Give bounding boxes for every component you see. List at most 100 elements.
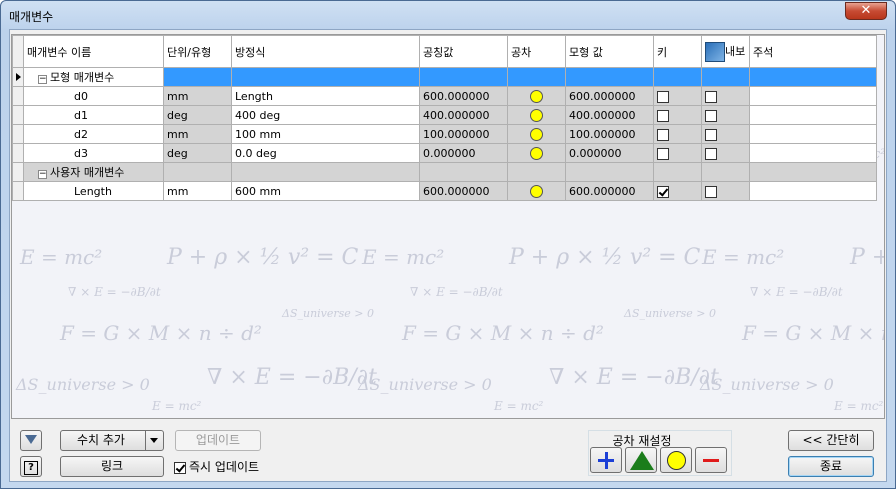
add-numeric-label: 수치 추가 (77, 433, 125, 447)
mean-tolerance-button[interactable] (625, 447, 657, 473)
collapse-icon[interactable]: − (38, 75, 47, 84)
filter-icon (25, 435, 37, 444)
done-button[interactable]: 종료 (788, 456, 874, 477)
dropdown-split[interactable] (145, 431, 163, 450)
parameters-table: 매개변수 이름 단위/유형 방정식 공칭값 공차 모형 값 키 내보 주석 − 모… (12, 35, 877, 201)
watermark-curl: ∇ × E = −∂B/∂t (750, 285, 843, 299)
unit-cell[interactable]: mm (163, 86, 232, 106)
equation-cell[interactable]: 100 mm (231, 124, 420, 144)
link-button[interactable]: 링크 (60, 456, 164, 477)
upper-tolerance-button[interactable] (590, 447, 622, 473)
immediate-update-option[interactable]: 즉시 업데이트 (174, 458, 259, 475)
column-header-nominal[interactable]: 공칭값 (419, 35, 508, 68)
less-button[interactable]: << 간단히 (788, 430, 874, 451)
export-cell (701, 181, 750, 201)
param-name-cell[interactable]: d1 (23, 105, 164, 125)
equation-cell[interactable]: Length (231, 86, 420, 106)
column-header-unit[interactable]: 단위/유형 (163, 35, 232, 68)
immediate-update-checkbox[interactable] (174, 461, 186, 474)
update-button[interactable]: 업데이트 (175, 430, 261, 451)
param-name-cell[interactable]: d2 (23, 124, 164, 144)
comment-cell[interactable] (749, 124, 877, 144)
group-cell-fill (749, 67, 877, 87)
group-cell-fill (565, 67, 654, 87)
column-header-name[interactable]: 매개변수 이름 (23, 35, 164, 68)
export-cell (701, 105, 750, 125)
watermark-gravity: F = G × M × n ÷ d² (60, 321, 262, 345)
watermark-entropy: ΔS_universe > 0 (624, 307, 717, 320)
key-checkbox[interactable] (657, 90, 669, 103)
column-header-key[interactable]: 키 (653, 35, 702, 68)
group-row-model[interactable]: − 모형 매개변수 (12, 67, 877, 87)
column-header-model-value[interactable]: 모형 값 (565, 35, 654, 68)
export-checkbox[interactable] (705, 109, 717, 122)
watermark-curl: ∇ × E = −∂B/∂t (207, 365, 377, 390)
equation-cell[interactable]: 0.0 deg (231, 143, 420, 163)
watermark-gravity: F = G × M × n ÷ d² (742, 321, 884, 345)
nominal-cell: 0.000000 (419, 143, 508, 163)
median-tolerance-button[interactable] (660, 447, 692, 473)
key-checkbox[interactable] (657, 185, 669, 198)
column-header-comment[interactable]: 주석 (749, 35, 877, 68)
comment-cell[interactable] (749, 181, 877, 201)
chevron-down-icon (150, 438, 158, 443)
export-checkbox[interactable] (705, 128, 717, 141)
watermark-emc2: E = mc² (494, 399, 544, 413)
group-cell-fill (419, 67, 508, 87)
close-button[interactable]: ✕ (845, 2, 887, 20)
group-cell[interactable]: − 사용자 매개변수 (23, 162, 164, 182)
table-row[interactable]: d3 deg 0.0 deg 0.000000 0.000000 (12, 143, 877, 163)
tolerance-cell[interactable] (507, 124, 566, 144)
tolerance-cell[interactable] (507, 181, 566, 201)
tolerance-median-icon (530, 146, 543, 160)
key-checkbox[interactable] (657, 128, 669, 141)
group-cell-fill (565, 162, 654, 182)
export-icon (705, 41, 725, 62)
group-cell-fill (653, 67, 702, 87)
key-checkbox[interactable] (657, 147, 669, 160)
tolerance-cell[interactable] (507, 143, 566, 163)
unit-cell[interactable]: mm (163, 181, 232, 201)
export-checkbox[interactable] (705, 185, 717, 198)
nominal-cell: 600.000000 (419, 181, 508, 201)
param-name-cell[interactable]: d0 (23, 86, 164, 106)
export-cell (701, 143, 750, 163)
tolerance-cell[interactable] (507, 105, 566, 125)
unit-cell[interactable]: deg (163, 143, 232, 163)
param-name-cell[interactable]: d3 (23, 143, 164, 163)
table-row[interactable]: d0 mm Length 600.000000 600.000000 (12, 86, 877, 106)
column-header-tolerance[interactable]: 공차 (507, 35, 566, 68)
export-checkbox[interactable] (705, 147, 717, 160)
export-checkbox[interactable] (705, 90, 717, 103)
help-button[interactable]: ? (20, 456, 42, 477)
unit-cell[interactable]: mm (163, 124, 232, 144)
group-cell[interactable]: − 모형 매개변수 (23, 67, 164, 87)
window-title: 매개변수 (9, 10, 54, 24)
header-row: 매개변수 이름 단위/유형 방정식 공칭값 공차 모형 값 키 내보 주석 (12, 35, 877, 68)
comment-cell[interactable] (749, 105, 877, 125)
comment-cell[interactable] (749, 143, 877, 163)
lower-tolerance-button[interactable] (695, 447, 727, 473)
param-name-cell[interactable]: Length (23, 181, 164, 201)
filter-button[interactable] (20, 430, 42, 451)
unit-cell[interactable]: deg (163, 105, 232, 125)
group-cell-fill (231, 67, 420, 87)
equation-cell[interactable]: 400 deg (231, 105, 420, 125)
group-cell-fill (163, 67, 232, 87)
group-label: 사용자 매개변수 (50, 166, 125, 179)
column-header-equation[interactable]: 방정식 (231, 35, 420, 68)
row-header (12, 162, 24, 182)
equation-cell[interactable]: 600 mm (231, 181, 420, 201)
group-row-user[interactable]: − 사용자 매개변수 (12, 162, 877, 182)
key-checkbox[interactable] (657, 109, 669, 122)
tolerance-cell[interactable] (507, 86, 566, 106)
plus-icon-vertical (605, 452, 608, 469)
add-numeric-button[interactable]: 수치 추가 (60, 430, 164, 451)
table-row[interactable]: d1 deg 400 deg 400.000000 400.000000 (12, 105, 877, 125)
table-row[interactable]: d2 mm 100 mm 100.000000 100.000000 (12, 124, 877, 144)
group-cell-fill (231, 162, 420, 182)
column-header-export[interactable]: 내보 (701, 35, 750, 68)
collapse-icon[interactable]: − (38, 170, 47, 179)
comment-cell[interactable] (749, 86, 877, 106)
table-row[interactable]: Length mm 600 mm 600.000000 600.000000 (12, 181, 877, 201)
